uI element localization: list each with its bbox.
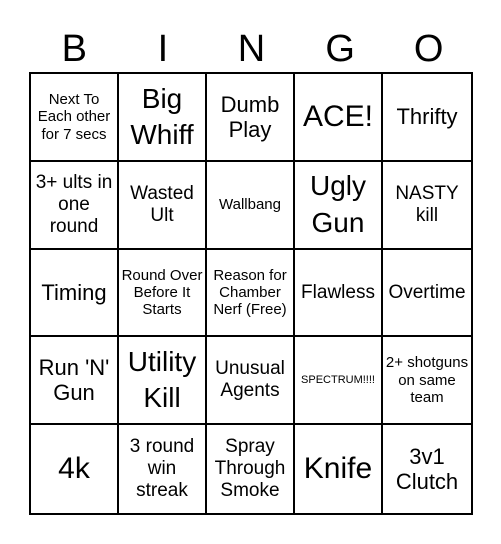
bingo-cell-label: SPECTRUM!!!! [301, 373, 375, 386]
bingo-cell[interactable]: Reason for Chamber Nerf (Free) [207, 249, 295, 338]
header-letter-i: I [157, 28, 169, 70]
header-letter-o: O [413, 28, 444, 70]
bingo-cell[interactable]: 2+ shotguns on same team [383, 337, 471, 426]
bingo-cell[interactable]: 4k [31, 425, 119, 513]
header-letter-g: G [325, 28, 355, 70]
bingo-cell[interactable]: 3+ ults in one round [31, 161, 119, 250]
bingo-cell-label: 3 round win streak [129, 436, 195, 502]
bingo-cell-label: Next To Each other for 7 secs [37, 91, 111, 143]
bingo-cell[interactable]: 3 round win streak [119, 425, 207, 513]
bingo-grid: Next To Each other for 7 secs Big Whiff Du… [29, 72, 473, 515]
header-letter-n: N [237, 28, 266, 70]
bingo-cell[interactable]: ACE! [295, 74, 383, 162]
bingo-cell[interactable]: Overtime [383, 250, 471, 338]
bingo-cell-label: NASTY kill [395, 182, 459, 226]
bingo-cell[interactable]: Ugly Gun [295, 161, 383, 250]
bingo-cell[interactable]: Flawless [295, 249, 383, 338]
bingo-cell-label: Spray Through Smoke [214, 436, 286, 502]
bingo-cell-label: Ugly Gun [309, 170, 366, 238]
bingo-cell[interactable]: Knife [295, 425, 383, 513]
bingo-cell[interactable]: NASTY kill [383, 162, 471, 250]
bingo-cell[interactable]: Dumb Play [207, 74, 295, 162]
bingo-cell[interactable]: Unusual Agents [207, 337, 295, 426]
bingo-cell-label: Wallbang [219, 196, 281, 214]
bingo-cell-label: 4k [58, 451, 90, 485]
bingo-cell-label: Knife [303, 451, 373, 485]
bingo-cell-label: ACE! [302, 99, 374, 133]
bingo-cell[interactable]: 3v1 Clutch [383, 425, 471, 513]
bingo-cell[interactable]: SPECTRUM!!!! [295, 337, 383, 426]
bingo-cell-label: Round Over Before It Starts [121, 266, 203, 319]
bingo-cell[interactable]: Wasted Ult [119, 161, 207, 250]
header-letter-b: B [61, 28, 87, 70]
bingo-header: B I N G O [30, 26, 473, 72]
bingo-cell[interactable]: Timing [31, 249, 119, 338]
bingo-cell[interactable]: Next To Each other for 7 secs [31, 74, 119, 162]
bingo-cell[interactable]: Big Whiff [119, 74, 207, 162]
bingo-cell-label: Big Whiff [130, 82, 194, 150]
bingo-cell-label: Reason for Chamber Nerf (Free) [213, 266, 287, 319]
bingo-cell[interactable]: Thrifty [383, 74, 471, 162]
bingo-cell-label: 3v1 Clutch [395, 443, 459, 495]
bingo-cell-label: Thrifty [396, 104, 458, 130]
bingo-cell-label: Overtime [388, 281, 466, 303]
bingo-cell[interactable]: Run 'N' Gun [31, 337, 119, 426]
bingo-cell-label: Flawless [301, 281, 375, 303]
bingo-cell-label: Run 'N' Gun [38, 354, 110, 406]
bingo-cell-label: Dumb Play [220, 91, 280, 142]
bingo-cell[interactable]: Wallbang [207, 161, 295, 250]
bingo-cell-label: Timing [41, 279, 107, 305]
bingo-cell-label: Wasted Ult [130, 182, 194, 226]
bingo-cell-label: 2+ shotguns on same team [385, 354, 469, 406]
bingo-cell-label: Utility Kill [127, 345, 197, 414]
bingo-cell-label: 3+ ults in one round [35, 171, 113, 237]
bingo-cell[interactable]: Round Over Before It Starts [119, 249, 207, 338]
bingo-cell-label: Unusual Agents [215, 358, 285, 402]
bingo-cell[interactable]: Spray Through Smoke [207, 425, 295, 513]
bingo-cell[interactable]: Utility Kill [119, 337, 207, 426]
